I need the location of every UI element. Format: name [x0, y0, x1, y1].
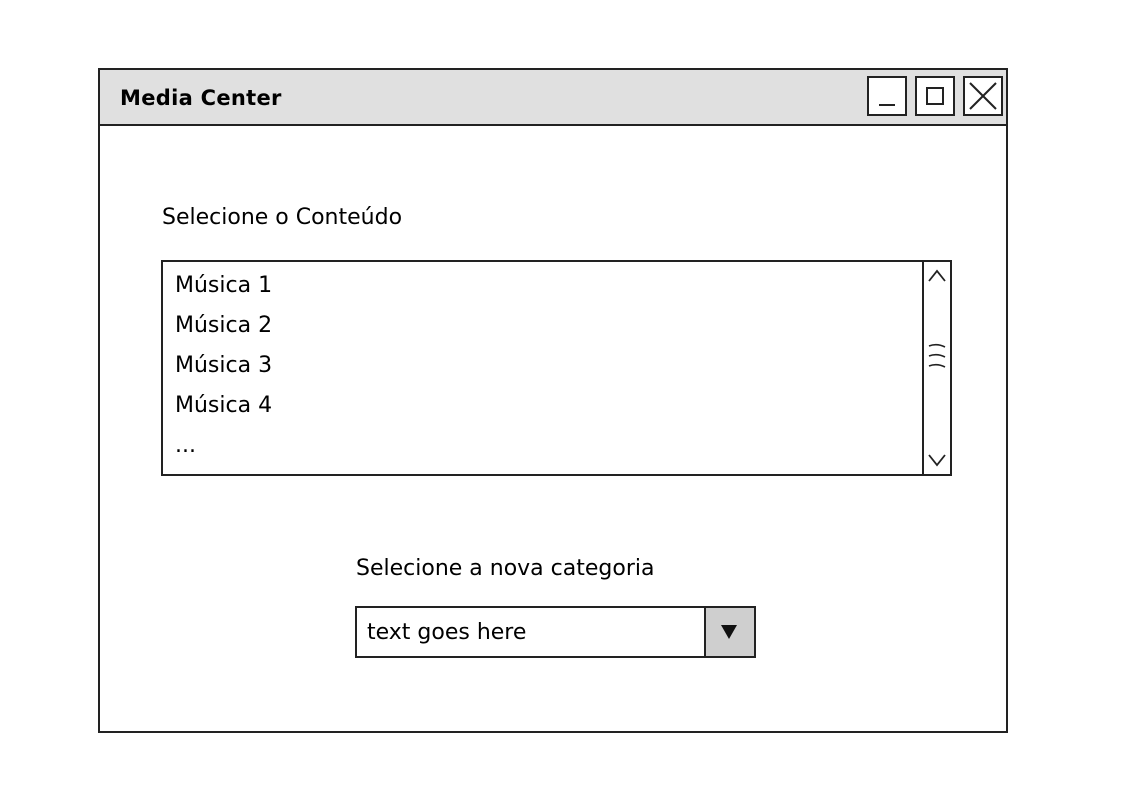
grip-icon[interactable]	[924, 342, 950, 386]
dropdown-toggle-button[interactable]	[704, 608, 754, 656]
list-scrollbar[interactable]	[922, 262, 950, 474]
window-title: Media Center	[120, 86, 282, 110]
list-item[interactable]: Música 3	[175, 350, 272, 390]
category-label: Selecione a nova categoria	[356, 556, 655, 581]
media-center-window: Media Center Selecione o Conteúdo Música…	[98, 68, 1008, 733]
triangle-down-icon	[721, 625, 737, 639]
chevron-down-icon[interactable]	[924, 448, 950, 472]
minimize-icon	[879, 104, 895, 106]
list-item[interactable]: ...	[175, 430, 272, 470]
close-button[interactable]	[963, 76, 1003, 116]
content-list: Música 1 Música 2 Música 3 Música 4 ...	[175, 270, 272, 470]
list-item[interactable]: Música 4	[175, 390, 272, 430]
category-dropdown[interactable]: text goes here	[355, 606, 756, 658]
title-bar[interactable]: Media Center	[100, 70, 1006, 126]
content-listbox[interactable]: Música 1 Música 2 Música 3 Música 4 ...	[161, 260, 952, 476]
category-dropdown-value: text goes here	[367, 620, 527, 645]
list-item[interactable]: Música 1	[175, 270, 272, 310]
list-item[interactable]: Música 2	[175, 310, 272, 350]
chevron-up-icon[interactable]	[924, 264, 950, 288]
maximize-button[interactable]	[915, 76, 955, 116]
minimize-button[interactable]	[867, 76, 907, 116]
maximize-icon	[926, 87, 944, 105]
close-icon	[969, 82, 997, 110]
content-label: Selecione o Conteúdo	[162, 205, 403, 230]
